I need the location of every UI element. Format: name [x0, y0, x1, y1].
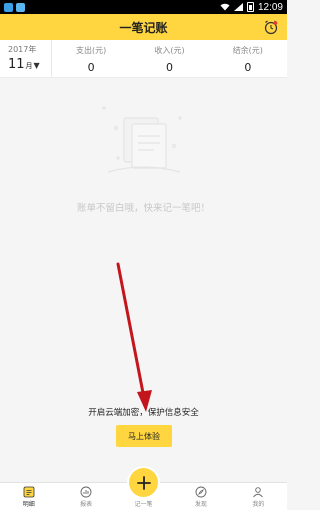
month-number: 11 — [8, 57, 25, 72]
chart-icon — [80, 486, 92, 498]
nav-item-reports[interactable]: 报表 — [57, 483, 114, 510]
nav-label: 报表 — [80, 501, 93, 508]
signal-icon — [233, 3, 243, 11]
nav-label: 明细 — [22, 501, 35, 508]
compass-icon — [195, 486, 207, 498]
nav-item-details[interactable]: 明细 — [0, 483, 57, 510]
year-label: 2017年 — [8, 45, 37, 54]
empty-state-message: 账单不留白哦，快来记一笔吧！ — [76, 203, 210, 214]
battery-icon — [246, 2, 254, 12]
month-picker[interactable]: 2017年 11 月 ▼ — [0, 40, 52, 77]
plus-icon — [136, 475, 151, 490]
app-header: 一笔记账 — [0, 14, 287, 40]
wifi-icon — [220, 3, 230, 11]
cloud-sync-prompt: 开启云端加密，保护信息安全 — [88, 408, 199, 418]
page-title: 一笔记账 — [119, 20, 168, 35]
month-unit: 月 — [25, 62, 33, 70]
expense-label: 支出(元) — [76, 46, 107, 55]
empty-bill-illustration — [102, 106, 182, 173]
status-bar: 12:09 — [0, 0, 287, 14]
try-now-button[interactable]: 马上体验 — [116, 425, 172, 447]
nav-label: 我的 — [252, 501, 265, 508]
nav-label: 记一笔 — [134, 501, 153, 508]
alarm-clock-icon[interactable] — [263, 19, 279, 35]
income-value: 0 — [165, 61, 173, 74]
balance-stat: 结余(元) 0 — [209, 40, 287, 77]
add-record-button[interactable] — [129, 468, 158, 497]
nav-item-discover[interactable]: 发现 — [172, 483, 229, 510]
nav-label: 发现 — [194, 501, 207, 508]
balance-value: 0 — [244, 61, 252, 74]
app-notification-icon — [16, 2, 25, 12]
status-time: 12:09 — [257, 1, 283, 13]
user-icon — [253, 487, 264, 498]
caret-down-icon: ▼ — [33, 61, 40, 70]
income-label: 收入(元) — [154, 46, 185, 55]
monthly-summary: 2017年 11 月 ▼ 支出(元) 0 收入(元) 0 结余(元) 0 — [0, 40, 287, 78]
nav-item-profile[interactable]: 我的 — [230, 483, 287, 510]
expense-value: 0 — [87, 61, 95, 74]
app-notification-icon — [4, 2, 13, 12]
balance-label: 结余(元) — [232, 46, 263, 55]
expense-stat: 支出(元) 0 — [52, 40, 130, 77]
income-stat: 收入(元) 0 — [130, 40, 208, 77]
ledger-icon — [23, 486, 35, 498]
